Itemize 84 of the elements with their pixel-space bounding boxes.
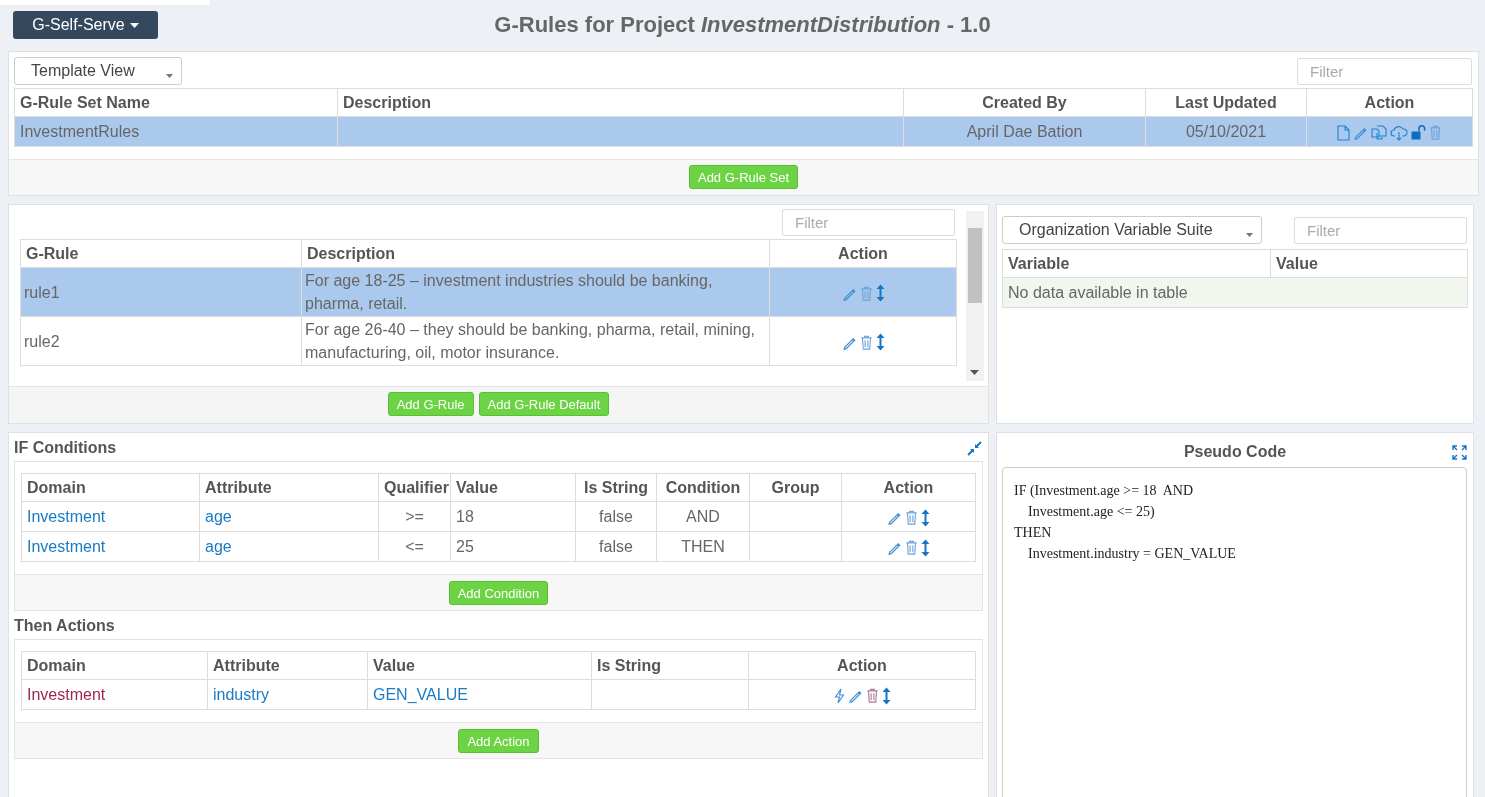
table-cell: AND [656, 501, 750, 532]
suite-select[interactable]: Organization Variable Suite [1002, 216, 1262, 244]
code-line: Investment.industry = GEN_VALUE [1027, 545, 1236, 563]
column-header: Group [749, 473, 842, 502]
trash-icon[interactable] [905, 540, 918, 556]
scrollbar[interactable] [966, 211, 984, 381]
attribute-link[interactable]: age [205, 538, 232, 555]
table-cell: For age 18-25 – investment industries should be banking, pharma, retail. [301, 267, 770, 317]
copy-icon[interactable] [1371, 124, 1387, 141]
column-header: Domain [21, 651, 208, 680]
trash-icon[interactable] [859, 334, 873, 350]
trash-icon[interactable] [905, 510, 918, 526]
table-cell: >= [378, 501, 451, 532]
table-cell: false [575, 531, 657, 562]
column-header: G-Rule [20, 239, 302, 268]
column-header: Action [1306, 88, 1473, 117]
pencil-icon[interactable] [1353, 125, 1368, 141]
column-header: Qualifier [378, 473, 451, 502]
table-row[interactable]: rule1 For age 18-25 – investment industries should be banking, pharma, retail. [20, 267, 957, 317]
section-title: Then Actions [14, 617, 115, 635]
app-menu-button[interactable]: G-Self-Serve [13, 11, 158, 39]
up-down-arrow-icon[interactable] [875, 333, 885, 352]
filter-field[interactable]: Filter [1294, 216, 1467, 244]
table-cell: 05/10/2021 [1145, 116, 1307, 147]
table-cell: rule2 [20, 316, 302, 366]
file-icon[interactable] [1337, 124, 1350, 141]
page-title: G-Rules for Project InvestmentDistribution - 1.0 [494, 11, 991, 39]
column-header: Is String [591, 651, 749, 680]
filter-field[interactable]: Filter [782, 209, 955, 236]
column-header: Is String [575, 473, 657, 502]
up-down-arrow-icon[interactable] [881, 686, 891, 705]
collapse-icon[interactable] [967, 440, 982, 456]
expand-icon[interactable] [1452, 445, 1467, 460]
table-cell: April Dae Bation [903, 116, 1146, 147]
table-cell: <= [378, 531, 451, 562]
column-header: Description [337, 88, 904, 117]
filter-field[interactable]: Filter [1297, 57, 1472, 85]
column-header: Action [748, 651, 976, 680]
table-row[interactable]: InvestmentRules April Dae Bation 05/10/2021 [14, 116, 1473, 147]
attribute-link[interactable]: industry [213, 686, 270, 703]
column-header: Value [1270, 249, 1468, 278]
column-header: Domain [21, 473, 200, 502]
cloud-download-icon[interactable] [1390, 124, 1408, 141]
view-select[interactable]: Template View [14, 57, 182, 85]
section-title: IF Conditions [14, 439, 117, 457]
column-header: Attribute [207, 651, 368, 680]
caret-icon [129, 22, 139, 28]
code-line: IF (Investment.age >= 18 AND [1014, 482, 1194, 500]
column-header: Action [769, 239, 957, 268]
section-title: Pseudo Code [1183, 443, 1287, 461]
column-header: Description [301, 239, 770, 268]
table-cell: For age 26-40 – they should be banking, pharma, retail, mining, manufacturing, oil, motor insurance. [301, 316, 770, 366]
up-down-arrow-icon[interactable] [875, 284, 885, 303]
column-header: Attribute [199, 473, 379, 502]
table-cell: InvestmentRules [14, 116, 338, 147]
table-cell: false [575, 501, 657, 532]
column-header: G-Rule Set Name [14, 88, 338, 117]
pencil-icon[interactable] [887, 510, 902, 526]
code-line: Investment.age <= 25) [1027, 503, 1155, 521]
up-down-arrow-icon[interactable] [921, 538, 930, 557]
empty-table-message: No data available in table [1002, 277, 1468, 308]
column-header: Created By [903, 88, 1146, 117]
code-line: THEN [1014, 524, 1052, 542]
column-header: Condition [656, 473, 750, 502]
table-cell: 18 [450, 501, 576, 532]
unlock-icon[interactable] [1411, 125, 1426, 141]
table-cell: THEN [656, 531, 750, 562]
table-cell: rule1 [20, 267, 302, 317]
caret-icon [166, 74, 173, 78]
scroll-down-icon[interactable] [970, 370, 979, 375]
pencil-icon[interactable] [847, 688, 863, 704]
pencil-icon[interactable] [887, 540, 902, 556]
column-header: Value [367, 651, 592, 680]
column-header: Last Updated [1145, 88, 1307, 117]
column-header: Action [841, 473, 976, 502]
column-header: Variable [1002, 249, 1271, 278]
table-row[interactable]: rule2 For age 26-40 – they should be banking, pharma, retail, mining, manufacturing, oil, motor insurance. [20, 316, 957, 366]
caret-icon [1246, 233, 1253, 237]
trash-icon[interactable] [865, 688, 879, 704]
attribute-link[interactable]: age [205, 508, 232, 525]
up-down-arrow-icon[interactable] [921, 508, 930, 527]
column-header: Value [450, 473, 576, 502]
bolt-icon[interactable] [833, 687, 845, 704]
table-cell: 25 [450, 531, 576, 562]
